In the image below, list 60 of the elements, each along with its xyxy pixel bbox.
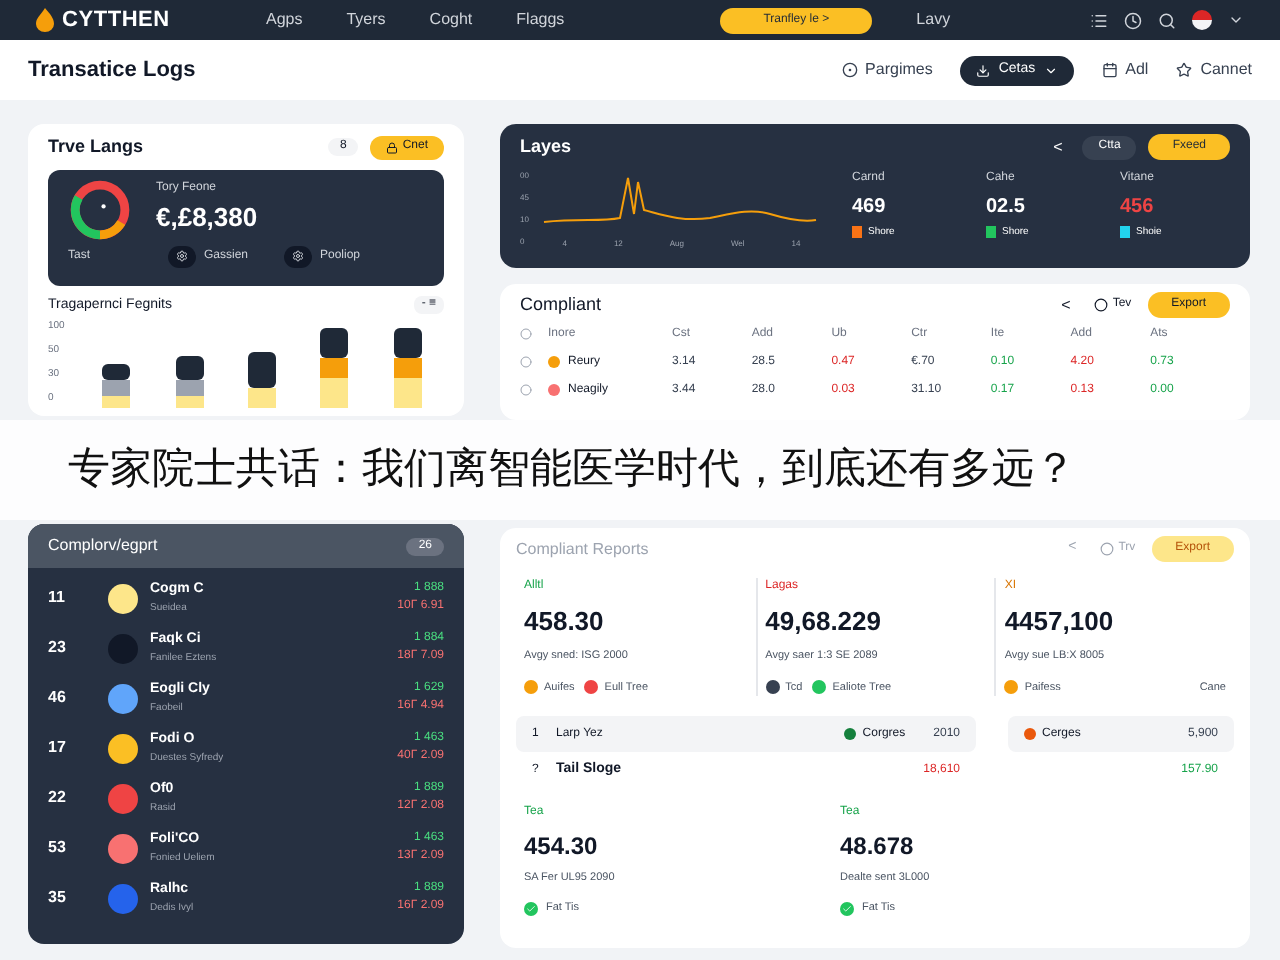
balance-value: €,£8,380: [156, 200, 258, 237]
clock-icon[interactable]: [1124, 11, 1142, 29]
stat-value: 469: [852, 193, 888, 221]
chevron-icon[interactable]: [1228, 12, 1244, 28]
chevron-icon: [1043, 63, 1058, 77]
stat-value: 458.30: [524, 604, 606, 640]
search-icon[interactable]: [1158, 11, 1176, 29]
rank-number: 22: [48, 786, 68, 810]
nav-link[interactable]: Coght: [429, 8, 473, 32]
card-title: Layes: [520, 134, 572, 160]
stat-value: 456: [1120, 193, 1156, 221]
back-button[interactable]: <: [1045, 135, 1071, 160]
avatar[interactable]: [1192, 10, 1212, 30]
radio-icon: [1100, 542, 1115, 556]
nav-link[interactable]: Flaggs: [516, 8, 565, 32]
stacked-bar-drawing: [247, 352, 276, 408]
gear-icon: [284, 245, 312, 267]
radio-icon: [1094, 298, 1109, 313]
back-button[interactable]: <: [1053, 293, 1079, 318]
stat-value: 4457,100: [1004, 604, 1116, 640]
donut-drawing: [68, 177, 132, 241]
header-link[interactable]: Adl: [1101, 58, 1149, 82]
stat-value: 454.30: [524, 830, 600, 864]
rank-number: 46: [48, 686, 68, 710]
rank-number: 17: [48, 736, 68, 760]
user-link[interactable]: Lavy: [916, 8, 951, 32]
radio-icon: [520, 328, 532, 340]
card-title: Compliant: [520, 292, 602, 318]
radio-icon: [520, 384, 532, 396]
stat-value: 48.678: [840, 830, 916, 864]
check-icon: [840, 901, 854, 916]
calendar-icon: [1101, 62, 1118, 78]
stat-value: 02.5: [986, 193, 1027, 221]
nav-link[interactable]: Agps: [266, 8, 303, 32]
lock-icon: [386, 141, 399, 154]
rank-number: 53: [48, 836, 68, 860]
caption-text: 专家院士共话：我们离智能医学时代，到底还有多远？: [68, 444, 1076, 497]
rank-number: 23: [48, 636, 68, 660]
rank-number: 11: [48, 586, 67, 610]
header-link[interactable]: Pargimes: [841, 58, 933, 82]
radio-icon: [520, 356, 532, 368]
stacked-bar-drawing: [102, 364, 131, 408]
rank-number: 35: [48, 886, 68, 910]
stat-value: 49,68.229: [765, 604, 883, 640]
star-icon: [1176, 62, 1193, 78]
stacked-bar-drawing: [393, 328, 422, 408]
nav-link[interactable]: Tyers: [346, 8, 386, 32]
card-title: Compliant Reports: [516, 537, 649, 561]
stacked-bar-drawing: [320, 328, 349, 408]
card-title: Trve Langs: [48, 134, 144, 160]
flame-logo-icon: [36, 8, 54, 32]
stacked-bar-drawing: [175, 356, 204, 408]
brand-name: CYTTHEN: [62, 5, 170, 36]
page-title: Transatice Logs: [28, 55, 196, 86]
list-icon[interactable]: [1090, 11, 1108, 29]
circle-icon: [841, 62, 858, 78]
card-title: Complorv/egprt: [48, 534, 158, 558]
header-link[interactable]: Cannet: [1176, 58, 1252, 82]
download-icon: [976, 63, 991, 77]
check-icon: [524, 901, 538, 916]
